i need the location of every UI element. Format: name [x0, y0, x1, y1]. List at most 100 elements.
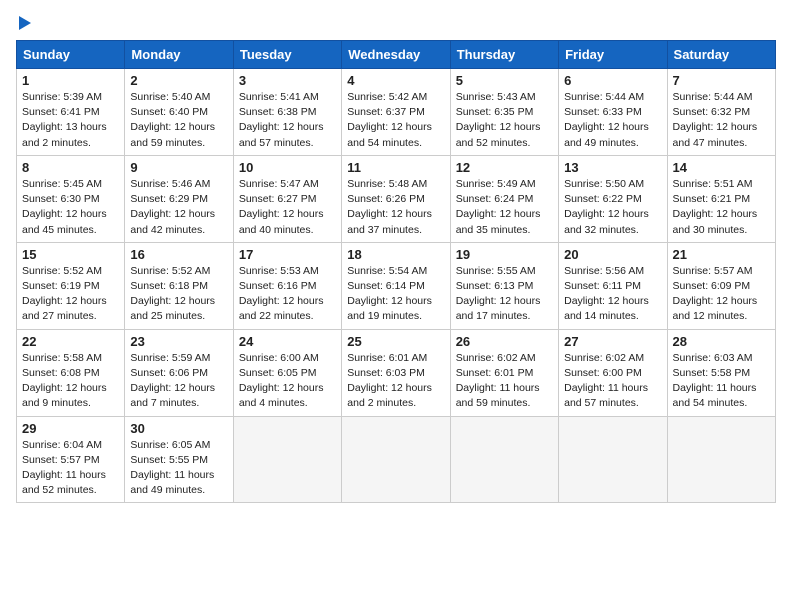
weekday-header-saturday: Saturday: [667, 41, 775, 69]
calendar-day-cell: [559, 416, 667, 503]
calendar-day-cell: 7 Sunrise: 5:44 AMSunset: 6:32 PMDaylight…: [667, 69, 775, 156]
calendar-day-cell: 9 Sunrise: 5:46 AMSunset: 6:29 PMDaylight…: [125, 155, 233, 242]
day-number: 3: [239, 73, 336, 88]
day-number: 10: [239, 160, 336, 175]
day-info: Sunrise: 5:56 AMSunset: 6:11 PMDaylight:…: [564, 264, 661, 325]
calendar-day-cell: 14 Sunrise: 5:51 AMSunset: 6:21 PMDayligh…: [667, 155, 775, 242]
calendar-day-cell: 22Sunrise: 5:58 AMSunset: 6:08 PMDayligh…: [17, 329, 125, 416]
calendar-week-row: 29 Sunrise: 6:04 AMSunset: 5:57 PMDayligh…: [17, 416, 776, 503]
logo-arrow-icon: [19, 16, 31, 30]
weekday-header-thursday: Thursday: [450, 41, 558, 69]
calendar-day-cell: 11Sunrise: 5:48 AMSunset: 6:26 PMDayligh…: [342, 155, 450, 242]
calendar-day-cell: 6 Sunrise: 5:44 AMSunset: 6:33 PMDaylight…: [559, 69, 667, 156]
day-number: 17: [239, 247, 336, 262]
day-info: Sunrise: 5:55 AMSunset: 6:13 PMDaylight:…: [456, 264, 553, 325]
logo-text: [16, 16, 31, 30]
day-info: Sunrise: 6:01 AMSunset: 6:03 PMDaylight:…: [347, 351, 444, 412]
calendar-day-cell: 3 Sunrise: 5:41 AMSunset: 6:38 PMDaylight…: [233, 69, 341, 156]
calendar-week-row: 22Sunrise: 5:58 AMSunset: 6:08 PMDayligh…: [17, 329, 776, 416]
weekday-header-friday: Friday: [559, 41, 667, 69]
day-number: 29: [22, 421, 119, 436]
day-info: Sunrise: 5:41 AMSunset: 6:38 PMDaylight:…: [239, 90, 336, 151]
calendar-day-cell: [233, 416, 341, 503]
day-info: Sunrise: 6:00 AMSunset: 6:05 PMDaylight:…: [239, 351, 336, 412]
day-number: 18: [347, 247, 444, 262]
day-info: Sunrise: 5:53 AMSunset: 6:16 PMDaylight:…: [239, 264, 336, 325]
day-number: 27: [564, 334, 661, 349]
calendar-day-cell: 23Sunrise: 5:59 AMSunset: 6:06 PMDayligh…: [125, 329, 233, 416]
calendar-day-cell: 4Sunrise: 5:42 AMSunset: 6:37 PMDaylight…: [342, 69, 450, 156]
day-info: Sunrise: 6:04 AMSunset: 5:57 PMDaylight:…: [22, 438, 119, 499]
calendar-day-cell: 27Sunrise: 6:02 AMSunset: 6:00 PMDayligh…: [559, 329, 667, 416]
day-number: 15: [22, 247, 119, 262]
calendar-day-cell: 15Sunrise: 5:52 AMSunset: 6:19 PMDayligh…: [17, 242, 125, 329]
day-number: 20: [564, 247, 661, 262]
day-info: Sunrise: 5:47 AMSunset: 6:27 PMDaylight:…: [239, 177, 336, 238]
calendar-day-cell: 2 Sunrise: 5:40 AMSunset: 6:40 PMDaylight…: [125, 69, 233, 156]
calendar-day-cell: 16 Sunrise: 5:52 AMSunset: 6:18 PMDayligh…: [125, 242, 233, 329]
day-info: Sunrise: 5:51 AMSunset: 6:21 PMDaylight:…: [673, 177, 770, 238]
calendar-week-row: 15Sunrise: 5:52 AMSunset: 6:19 PMDayligh…: [17, 242, 776, 329]
calendar-day-cell: 21 Sunrise: 5:57 AMSunset: 6:09 PMDayligh…: [667, 242, 775, 329]
day-number: 9: [130, 160, 227, 175]
calendar-day-cell: 10 Sunrise: 5:47 AMSunset: 6:27 PMDayligh…: [233, 155, 341, 242]
day-info: Sunrise: 6:05 AMSunset: 5:55 PMDaylight:…: [130, 438, 227, 499]
day-info: Sunrise: 6:02 AMSunset: 6:01 PMDaylight:…: [456, 351, 553, 412]
day-info: Sunrise: 6:03 AMSunset: 5:58 PMDaylight:…: [673, 351, 770, 412]
day-info: Sunrise: 5:58 AMSunset: 6:08 PMDaylight:…: [22, 351, 119, 412]
calendar-day-cell: 20 Sunrise: 5:56 AMSunset: 6:11 PMDayligh…: [559, 242, 667, 329]
calendar-week-row: 1 Sunrise: 5:39 AMSunset: 6:41 PMDaylight…: [17, 69, 776, 156]
calendar-day-cell: 8Sunrise: 5:45 AMSunset: 6:30 PMDaylight…: [17, 155, 125, 242]
calendar-day-cell: 12 Sunrise: 5:49 AMSunset: 6:24 PMDayligh…: [450, 155, 558, 242]
calendar-week-row: 8Sunrise: 5:45 AMSunset: 6:30 PMDaylight…: [17, 155, 776, 242]
day-number: 4: [347, 73, 444, 88]
day-number: 2: [130, 73, 227, 88]
page-header: [16, 16, 776, 30]
calendar-day-cell: 29 Sunrise: 6:04 AMSunset: 5:57 PMDayligh…: [17, 416, 125, 503]
weekday-header-monday: Monday: [125, 41, 233, 69]
day-number: 14: [673, 160, 770, 175]
logo: [16, 16, 31, 30]
calendar-day-cell: 28 Sunrise: 6:03 AMSunset: 5:58 PMDayligh…: [667, 329, 775, 416]
day-number: 21: [673, 247, 770, 262]
day-info: Sunrise: 5:43 AMSunset: 6:35 PMDaylight:…: [456, 90, 553, 151]
day-number: 30: [130, 421, 227, 436]
calendar-header-row: SundayMondayTuesdayWednesdayThursdayFrid…: [17, 41, 776, 69]
weekday-header-sunday: Sunday: [17, 41, 125, 69]
day-number: 28: [673, 334, 770, 349]
day-info: Sunrise: 5:59 AMSunset: 6:06 PMDaylight:…: [130, 351, 227, 412]
day-number: 12: [456, 160, 553, 175]
calendar-day-cell: 19 Sunrise: 5:55 AMSunset: 6:13 PMDayligh…: [450, 242, 558, 329]
day-number: 16: [130, 247, 227, 262]
weekday-header-wednesday: Wednesday: [342, 41, 450, 69]
day-info: Sunrise: 5:46 AMSunset: 6:29 PMDaylight:…: [130, 177, 227, 238]
calendar-day-cell: 30 Sunrise: 6:05 AMSunset: 5:55 PMDayligh…: [125, 416, 233, 503]
calendar-day-cell: 5 Sunrise: 5:43 AMSunset: 6:35 PMDaylight…: [450, 69, 558, 156]
day-number: 25: [347, 334, 444, 349]
day-info: Sunrise: 5:44 AMSunset: 6:33 PMDaylight:…: [564, 90, 661, 151]
day-number: 19: [456, 247, 553, 262]
day-info: Sunrise: 5:48 AMSunset: 6:26 PMDaylight:…: [347, 177, 444, 238]
calendar-day-cell: 13 Sunrise: 5:50 AMSunset: 6:22 PMDayligh…: [559, 155, 667, 242]
day-number: 24: [239, 334, 336, 349]
day-number: 13: [564, 160, 661, 175]
day-info: Sunrise: 5:52 AMSunset: 6:18 PMDaylight:…: [130, 264, 227, 325]
calendar-day-cell: 1 Sunrise: 5:39 AMSunset: 6:41 PMDaylight…: [17, 69, 125, 156]
day-number: 5: [456, 73, 553, 88]
day-info: Sunrise: 5:54 AMSunset: 6:14 PMDaylight:…: [347, 264, 444, 325]
day-number: 7: [673, 73, 770, 88]
calendar-day-cell: [667, 416, 775, 503]
calendar-day-cell: 25 Sunrise: 6:01 AMSunset: 6:03 PMDayligh…: [342, 329, 450, 416]
calendar-day-cell: 18 Sunrise: 5:54 AMSunset: 6:14 PMDayligh…: [342, 242, 450, 329]
day-info: Sunrise: 5:39 AMSunset: 6:41 PMDaylight:…: [22, 90, 119, 151]
calendar-table: SundayMondayTuesdayWednesdayThursdayFrid…: [16, 40, 776, 503]
day-info: Sunrise: 5:49 AMSunset: 6:24 PMDaylight:…: [456, 177, 553, 238]
day-info: Sunrise: 5:57 AMSunset: 6:09 PMDaylight:…: [673, 264, 770, 325]
day-number: 6: [564, 73, 661, 88]
calendar-day-cell: [450, 416, 558, 503]
day-info: Sunrise: 5:50 AMSunset: 6:22 PMDaylight:…: [564, 177, 661, 238]
day-info: Sunrise: 5:40 AMSunset: 6:40 PMDaylight:…: [130, 90, 227, 151]
day-number: 1: [22, 73, 119, 88]
calendar-day-cell: 24 Sunrise: 6:00 AMSunset: 6:05 PMDayligh…: [233, 329, 341, 416]
day-info: Sunrise: 5:44 AMSunset: 6:32 PMDaylight:…: [673, 90, 770, 151]
